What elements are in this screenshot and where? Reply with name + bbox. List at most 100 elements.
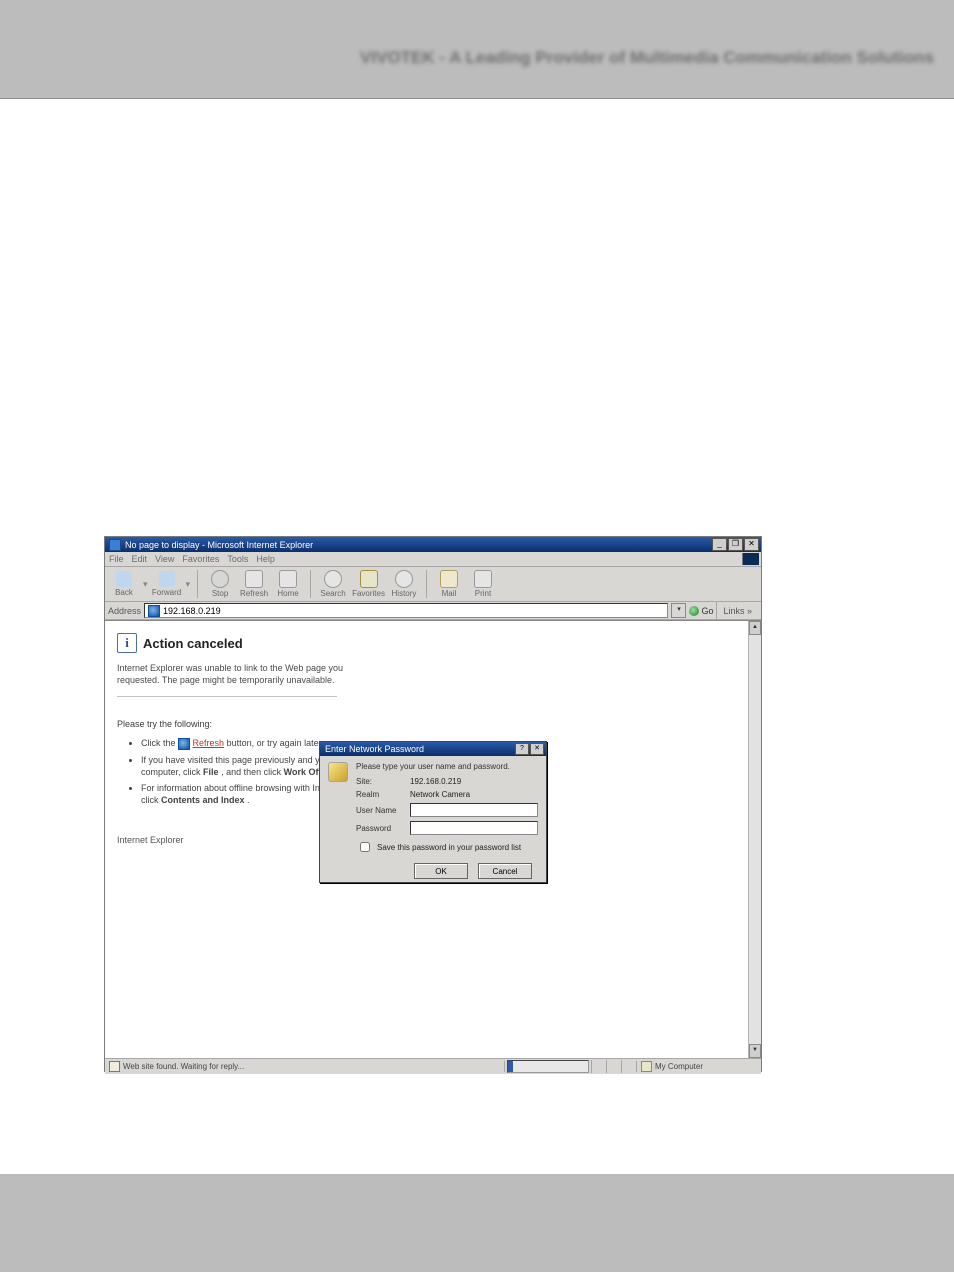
favorites-button[interactable]: Favorites — [352, 570, 385, 598]
address-dropdown[interactable]: ▾ — [671, 603, 686, 618]
print-icon — [474, 570, 492, 588]
status-cell — [591, 1060, 606, 1073]
address-label: Address — [108, 606, 141, 616]
security-zone: My Computer — [636, 1061, 761, 1072]
zone-icon — [641, 1061, 652, 1072]
toolbar-separator — [426, 570, 427, 598]
window-title: No page to display - Microsoft Internet … — [125, 540, 313, 550]
address-value: 192.168.0.219 — [163, 606, 221, 616]
stop-label: Stop — [212, 589, 228, 598]
ie-window: No page to display - Microsoft Internet … — [104, 536, 762, 1072]
site-value: 192.168.0.219 — [410, 777, 538, 786]
search-label: Search — [320, 589, 345, 598]
menu-file[interactable]: File — [109, 554, 124, 564]
back-icon — [116, 571, 132, 587]
text: Click the — [141, 738, 178, 748]
refresh-link[interactable]: Refresh — [193, 738, 225, 748]
text: button, or try again later. — [227, 738, 324, 748]
dialog-body: Please type your user name and password.… — [320, 756, 546, 885]
zone-label: My Computer — [655, 1062, 703, 1071]
stop-icon — [211, 570, 229, 588]
dialog-close-button[interactable]: ✕ — [530, 743, 544, 755]
home-label: Home — [277, 589, 298, 598]
username-label: User Name — [356, 806, 410, 815]
site-label: Site: — [356, 777, 410, 786]
history-button[interactable]: History — [389, 570, 419, 598]
text-bold: File — [203, 767, 219, 777]
mail-button[interactable]: Mail — [434, 570, 464, 598]
minimize-button[interactable]: _ — [712, 538, 727, 551]
forward-button[interactable]: Forward — [152, 571, 182, 597]
password-label: Password — [356, 824, 410, 833]
realm-value: Network Camera — [410, 790, 538, 799]
back-label: Back — [115, 588, 133, 597]
search-button[interactable]: Search — [318, 570, 348, 598]
username-input[interactable] — [410, 803, 538, 817]
status-text: Web site found. Waiting for reply... — [123, 1062, 244, 1071]
ok-button[interactable]: OK — [414, 863, 468, 879]
home-icon — [279, 570, 297, 588]
back-button[interactable]: Back — [109, 571, 139, 597]
error-heading: Action canceled — [143, 636, 243, 651]
page-content: ▲ ▼ i Action canceled Internet Explorer … — [105, 620, 761, 1058]
status-cell — [621, 1060, 636, 1073]
search-icon — [324, 570, 342, 588]
links-button[interactable]: Links » — [716, 602, 758, 619]
history-icon — [395, 570, 413, 588]
refresh-button[interactable]: Refresh — [239, 570, 269, 598]
page-icon — [148, 605, 160, 617]
go-button[interactable]: Go — [689, 606, 713, 616]
brand-text: VIVOTEK - A Leading Provider of Multimed… — [360, 48, 934, 68]
menu-view[interactable]: View — [155, 554, 174, 564]
status-cell — [606, 1060, 621, 1073]
dialog-help-button[interactable]: ? — [515, 743, 529, 755]
forward-icon — [159, 571, 175, 587]
print-button[interactable]: Print — [468, 570, 498, 598]
favorites-label: Favorites — [352, 589, 385, 598]
dialog-prompt: Please type your user name and password. — [356, 762, 538, 771]
save-password-checkbox[interactable] — [360, 842, 370, 852]
maximize-button[interactable]: ❐ — [728, 538, 743, 551]
menu-favorites[interactable]: Favorites — [182, 554, 219, 564]
close-button[interactable]: ✕ — [744, 538, 759, 551]
vertical-scrollbar[interactable]: ▲ ▼ — [748, 621, 761, 1058]
text-bold: Contents and Index — [161, 795, 245, 805]
favorites-icon — [360, 570, 378, 588]
status-bar: Web site found. Waiting for reply... My … — [105, 1058, 761, 1074]
titlebar: No page to display - Microsoft Internet … — [105, 537, 761, 552]
toolbar: Back ▾ Forward ▾ Stop Refresh Home Searc… — [105, 567, 761, 602]
progress-fill — [508, 1061, 513, 1072]
mail-label: Mail — [442, 589, 457, 598]
mail-icon — [440, 570, 458, 588]
address-input[interactable]: 192.168.0.219 — [144, 603, 668, 618]
menubar: File Edit View Favorites Tools Help — [105, 552, 761, 567]
text: . — [247, 795, 250, 805]
forward-label: Forward — [152, 588, 181, 597]
save-password-label: Save this password in your password list — [377, 843, 521, 852]
realm-label: Realm — [356, 790, 410, 799]
status-page-icon — [109, 1061, 120, 1072]
scroll-down-icon[interactable]: ▼ — [749, 1044, 761, 1058]
menu-tools[interactable]: Tools — [227, 554, 248, 564]
refresh-icon — [245, 570, 263, 588]
toolbar-separator — [197, 570, 198, 598]
try-header: Please try the following: — [117, 719, 637, 729]
password-input[interactable] — [410, 821, 538, 835]
scroll-up-icon[interactable]: ▲ — [749, 621, 761, 635]
divider — [117, 696, 337, 697]
toolbar-separator — [310, 570, 311, 598]
refresh-mini-icon — [178, 738, 190, 750]
menu-help[interactable]: Help — [256, 554, 275, 564]
page-header-band: VIVOTEK - A Leading Provider of Multimed… — [0, 0, 954, 99]
error-explanation: Internet Explorer was unable to link to … — [117, 663, 367, 686]
stop-button[interactable]: Stop — [205, 570, 235, 598]
history-label: History — [392, 589, 417, 598]
progress-bar — [507, 1060, 589, 1073]
menu-edit[interactable]: Edit — [132, 554, 148, 564]
info-icon: i — [117, 633, 137, 653]
address-bar: Address 192.168.0.219 ▾ Go Links » — [105, 602, 761, 620]
dialog-titlebar: Enter Network Password ? ✕ — [320, 742, 546, 756]
cancel-button[interactable]: Cancel — [478, 863, 532, 879]
refresh-label: Refresh — [240, 589, 268, 598]
home-button[interactable]: Home — [273, 570, 303, 598]
